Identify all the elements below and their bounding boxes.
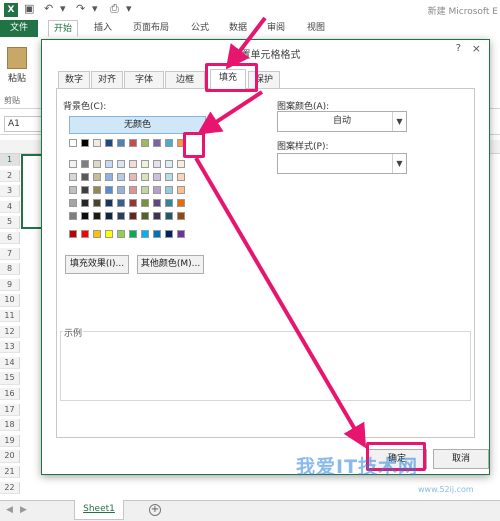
annotation-arrows — [194, 16, 367, 449]
arrow-to-fill-tab — [225, 16, 267, 70]
arrow-to-orange-swatch — [196, 90, 264, 135]
watermark-url: www.52ij.com — [418, 485, 474, 494]
tab-fill[interactable]: 填充 — [210, 69, 246, 89]
watermark-logo: 我爱IT技术网 — [296, 456, 419, 478]
arrow-to-ok-button — [194, 156, 367, 449]
